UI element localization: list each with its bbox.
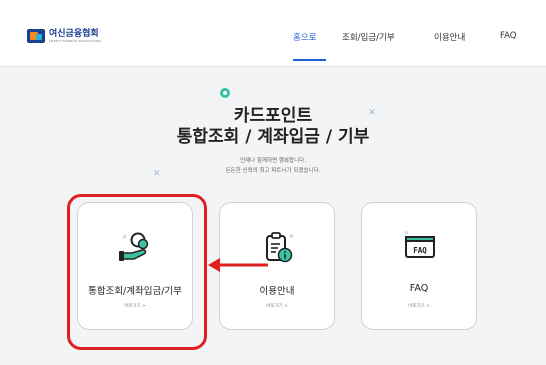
card-title: 이용안내 <box>259 286 295 297</box>
sparkle-icon: ✕ <box>368 108 376 118</box>
hero-description-2: 든든한 신뢰의 최고 파트너가 되겠습니다. <box>225 168 321 174</box>
nav-guide[interactable]: 이용안내 <box>434 31 465 43</box>
red-arrow-icon <box>208 258 268 272</box>
card-faq[interactable]: FAQ ✕ FAQ 바로가기 > <box>361 202 477 330</box>
main-nav: 홈으로 조회/입금/기부 이용안내 FAQ <box>0 31 546 45</box>
card-link[interactable]: 바로가기 > <box>362 303 476 309</box>
highlight-box <box>67 194 207 350</box>
nav-active-underline <box>293 59 326 61</box>
decor-circle-icon <box>220 88 230 98</box>
faq-window-icon: FAQ ✕ <box>404 230 435 258</box>
card-title: FAQ <box>409 283 429 294</box>
svg-text:✕: ✕ <box>289 233 294 240</box>
nav-inquiry-deposit-donation[interactable]: 조회/입금/기부 <box>342 31 395 43</box>
header: 여신금융협회 CREDIT FINANCE ASSOCIATION 홈으로 조회… <box>0 0 546 66</box>
nav-faq[interactable]: FAQ <box>500 31 516 41</box>
svg-text:FAQ: FAQ <box>413 246 427 255</box>
svg-text:✕: ✕ <box>404 230 409 237</box>
card-link[interactable]: 바로가기 > <box>220 303 334 309</box>
hero-description-1: 언제나 함께하면 행복합니다. <box>240 158 306 164</box>
nav-home[interactable]: 홈으로 <box>293 31 316 43</box>
hero-subtitle: 통합조회 / 계좌입금 / 기부 <box>176 127 370 147</box>
